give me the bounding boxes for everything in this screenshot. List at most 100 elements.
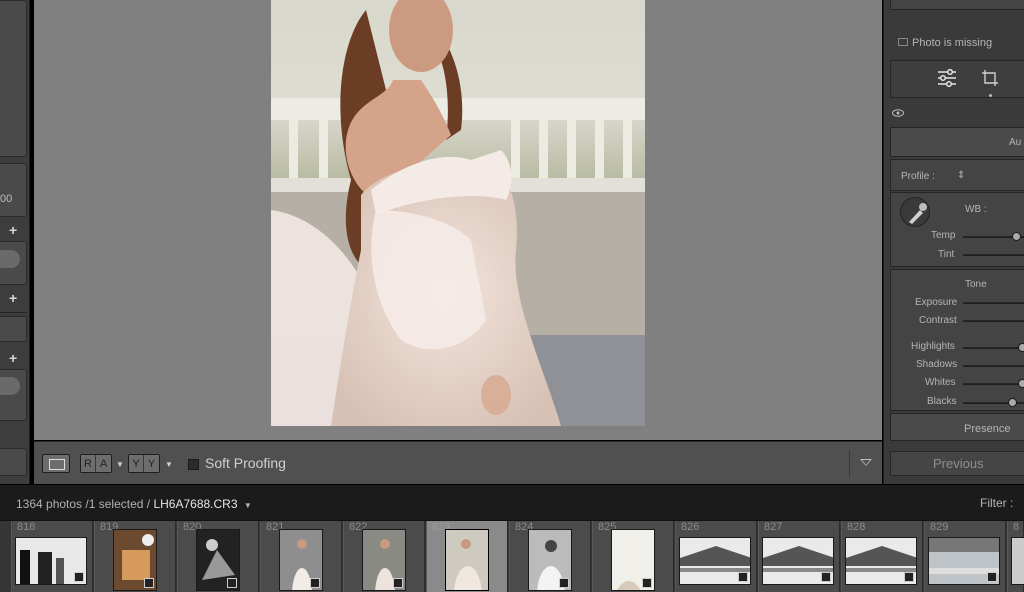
filmstrip-cell[interactable]: 821 <box>260 521 342 592</box>
thumbnail <box>845 537 917 585</box>
filmstrip-cell[interactable]: 818 <box>11 521 93 592</box>
crop-icon[interactable] <box>981 69 999 87</box>
survey-view-button[interactable]: Y Y <box>128 454 160 473</box>
edit-badge-icon <box>310 578 320 588</box>
filmstrip-cell-selected[interactable]: 823 <box>426 521 508 592</box>
histogram-area <box>890 0 1024 10</box>
profile-section: Profile : ⇕ <box>890 159 1024 191</box>
soft-proofing-label[interactable]: Soft Proofing <box>205 455 286 471</box>
filmstrip-cell[interactable]: 828 <box>841 521 923 592</box>
filmstrip-cell[interactable]: 819 <box>94 521 176 592</box>
filmstrip-cell[interactable]: 822 <box>343 521 425 592</box>
whites-slider[interactable] <box>963 383 1024 385</box>
active-tool-dot <box>989 94 992 97</box>
left-panel-section <box>0 316 27 342</box>
tone-label: Tone <box>965 279 987 290</box>
blacks-label: Blacks <box>927 396 957 407</box>
exposure-slider[interactable] <box>963 302 1024 304</box>
edit-badge-icon <box>904 572 914 582</box>
highlights-slider[interactable] <box>963 347 1024 349</box>
filmstrip-cell[interactable]: 824 <box>509 521 591 592</box>
edit-badge-icon <box>144 578 154 588</box>
presence-section[interactable]: Presence <box>890 413 1024 441</box>
selected-count: /1 selected / <box>85 497 151 511</box>
cell-number: 826 <box>681 521 700 533</box>
profile-stepper-icon[interactable]: ⇕ <box>957 170 965 181</box>
chevron-down-icon[interactable]: ▼ <box>244 501 252 510</box>
main-photo <box>271 0 645 426</box>
contrast-label: Contrast <box>919 315 957 326</box>
thumbnail <box>113 529 157 591</box>
filmstrip-cell[interactable]: 820 <box>177 521 259 592</box>
tint-slider[interactable] <box>963 254 1024 256</box>
edit-badge-icon <box>738 572 748 582</box>
wb-label: WB : <box>965 204 987 215</box>
presence-label: Presence <box>964 423 1011 435</box>
filmstrip-header: 1364 photos /1 selected / LH6A7688.CR3 ▼… <box>0 484 1024 520</box>
add-preset-button[interactable]: + <box>9 222 17 238</box>
toolbar-menu-icon[interactable] <box>860 459 872 466</box>
thumbnail <box>196 529 240 591</box>
auto-button[interactable]: Au <box>1009 137 1021 148</box>
contrast-slider[interactable] <box>963 320 1024 322</box>
blacks-slider-thumb[interactable] <box>1008 398 1017 407</box>
eye-icon[interactable] <box>892 109 904 117</box>
add-collection-button[interactable]: + <box>9 350 17 366</box>
cell-number: 8 <box>1013 521 1020 533</box>
thumbnail <box>928 537 1000 585</box>
filmstrip-cell[interactable]: 825 <box>592 521 674 592</box>
compare-left-label: R <box>81 455 96 472</box>
thumbnail <box>1011 537 1024 585</box>
filmstrip: 818 819 820 821 822 823 824 825 826 827 … <box>0 520 1024 592</box>
left-panel-value: 00 <box>0 193 13 205</box>
compare-right-label: A <box>96 455 111 472</box>
temp-slider-thumb[interactable] <box>1012 232 1021 241</box>
filter-label[interactable]: Filter : <box>980 496 1013 510</box>
filmstrip-cell[interactable]: 8 <box>1007 521 1024 592</box>
left-panel-section: 00 <box>0 163 27 217</box>
photo-count: 1364 photos <box>16 497 83 511</box>
sliders-icon[interactable] <box>937 69 957 87</box>
left-panel-section <box>0 369 27 421</box>
previous-button[interactable]: Previous <box>890 451 1024 476</box>
left-panel-section <box>0 241 27 285</box>
whites-label: Whites <box>925 377 956 388</box>
filmstrip-cell[interactable]: 829 <box>924 521 1006 592</box>
photo-missing-text: Photo is missing <box>912 37 993 49</box>
whites-slider-thumb[interactable] <box>1018 379 1024 388</box>
temp-label: Temp <box>931 230 956 241</box>
divider <box>849 450 850 477</box>
filmstrip-cell[interactable]: 827 <box>758 521 840 592</box>
chevron-down-icon[interactable]: ▼ <box>165 460 173 469</box>
exposure-label: Exposure <box>915 297 958 308</box>
cell-number: 827 <box>764 521 783 533</box>
eyedropper-icon[interactable] <box>900 197 930 227</box>
filmstrip-info: 1364 photos /1 selected / LH6A7688.CR3 ▼ <box>16 497 252 511</box>
shadows-slider[interactable] <box>963 365 1024 367</box>
right-panel: Photo is missing Au Profile : ⇕ WB : Tem… <box>883 0 1024 484</box>
left-panel-section <box>0 448 27 476</box>
toggle-switch[interactable] <box>0 250 20 268</box>
toggle-switch[interactable] <box>0 377 20 395</box>
shadows-label: Shadows <box>916 359 958 370</box>
current-filename[interactable]: LH6A7688.CR3 <box>153 497 237 511</box>
thumbnail <box>679 537 751 585</box>
edit-badge-icon <box>987 572 997 582</box>
tone-section: Tone Exposure Contrast Highlights Shadow… <box>890 269 1024 411</box>
thumbnail <box>279 529 323 591</box>
chevron-down-icon[interactable]: ▼ <box>116 460 124 469</box>
soft-proofing-checkbox[interactable] <box>188 459 199 470</box>
edit-badge-icon <box>821 572 831 582</box>
tool-strip <box>890 60 1024 98</box>
edit-badge-icon <box>393 578 403 588</box>
compare-view-button[interactable]: R A <box>80 454 112 473</box>
filmstrip-cell[interactable]: 826 <box>675 521 757 592</box>
add-preset-button[interactable]: + <box>9 290 17 306</box>
thumbnail <box>528 529 572 591</box>
cell-number: 818 <box>17 521 36 533</box>
highlights-slider-thumb[interactable] <box>1018 343 1024 352</box>
left-panel-section <box>0 0 27 157</box>
highlights-label: Highlights <box>911 341 955 352</box>
loupe-view-button[interactable] <box>42 454 70 473</box>
survey-left-label: Y <box>129 455 144 472</box>
